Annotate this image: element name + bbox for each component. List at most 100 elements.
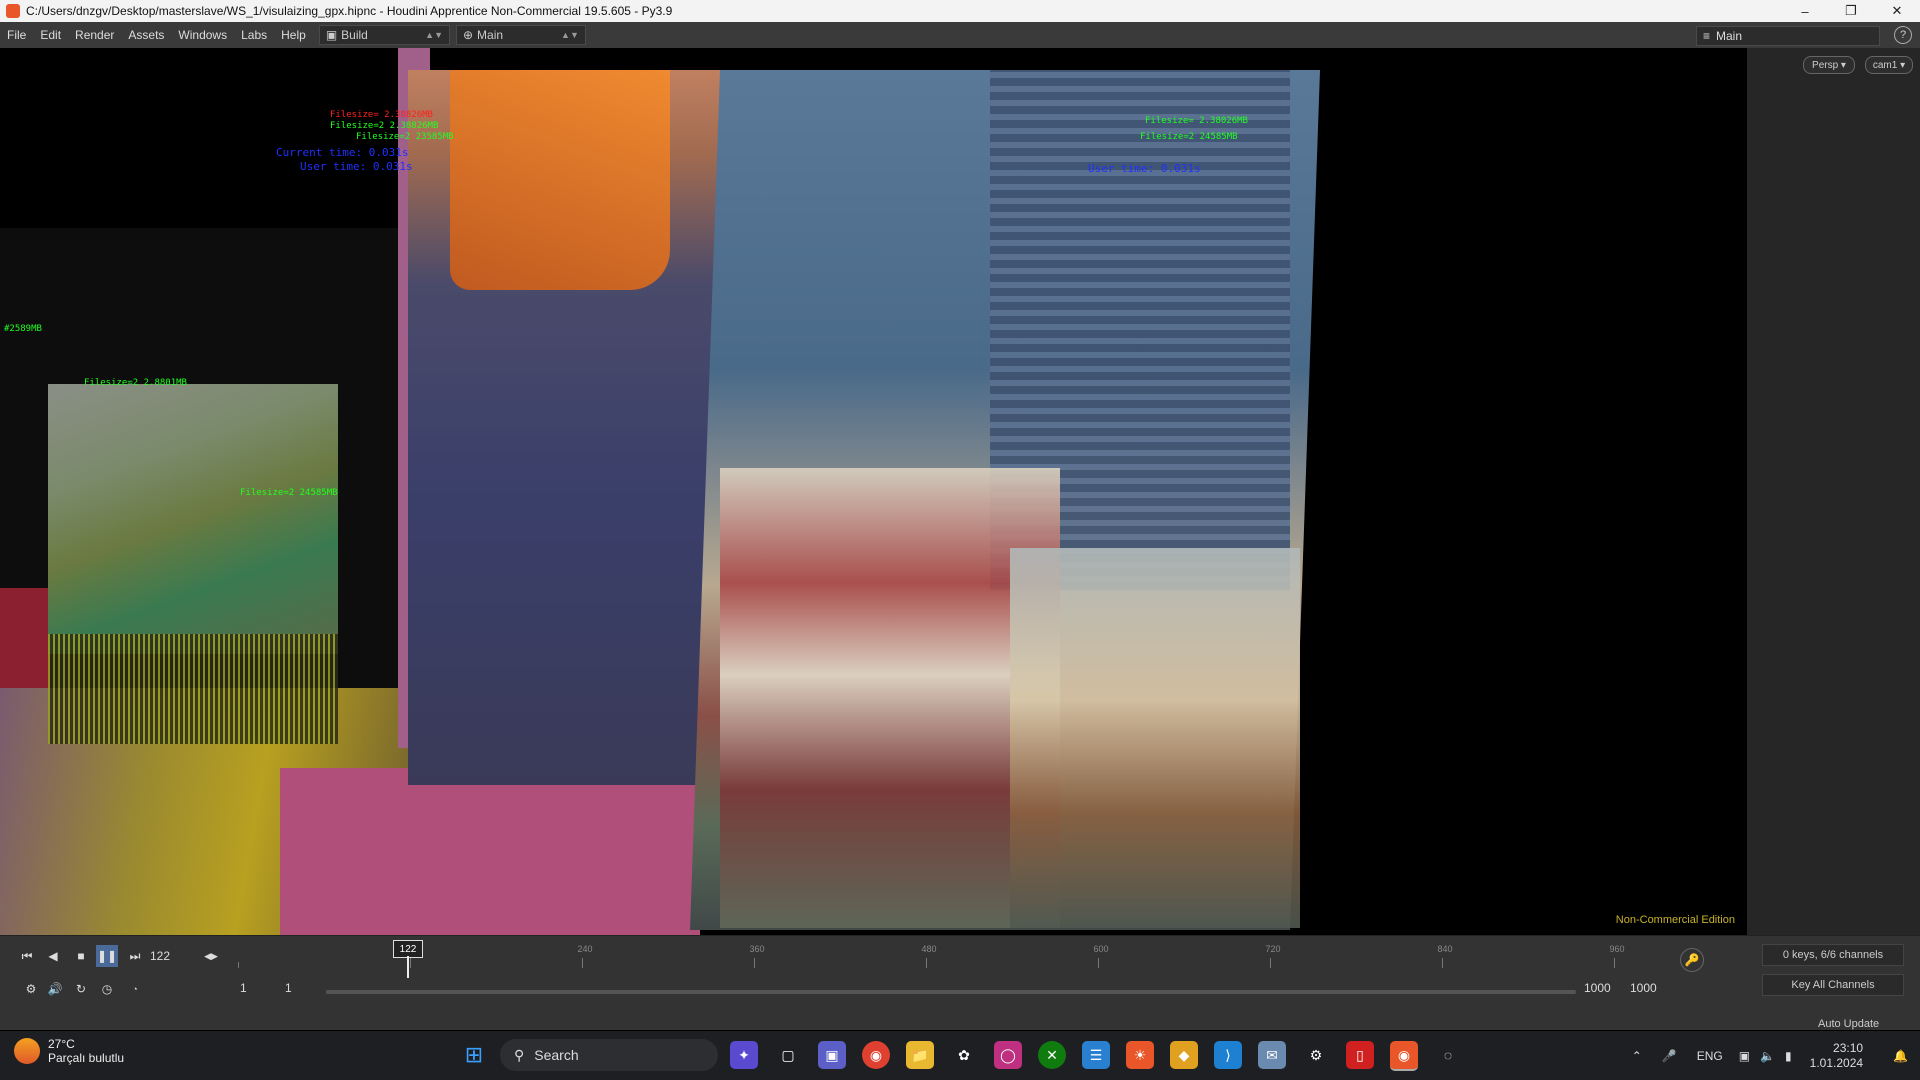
annotation-filesize: Filesize=2 23585MB <box>356 132 454 142</box>
weather-desc: Parçalı bulutlu <box>48 1051 125 1065</box>
minimize-button[interactable]: – <box>1782 0 1828 22</box>
scene-shophouse <box>720 468 1060 928</box>
menu-render[interactable]: Render <box>68 28 121 42</box>
jump-to-end-icon[interactable]: ⏭ <box>124 945 146 967</box>
scene-barcode-strip <box>48 634 338 744</box>
non-commercial-edition-label: Non-Commercial Edition <box>1615 914 1735 926</box>
instagram-icon[interactable]: ◯ <box>994 1041 1022 1069</box>
network-icon[interactable]: ▣ <box>1739 1049 1750 1063</box>
realtime-icon[interactable]: ◷ <box>96 978 118 1000</box>
weather-icon <box>14 1038 40 1064</box>
timeline-ruler[interactable]: 240 360 480 600 720 840 960 122 <box>238 940 1668 978</box>
scene-orange-bag <box>450 70 670 290</box>
teams-icon[interactable]: ▣ <box>818 1041 846 1069</box>
chrome-icon[interactable]: ◉ <box>862 1041 890 1069</box>
help-icon[interactable]: ? <box>1894 26 1912 44</box>
camera-cam-menu[interactable]: cam1 ▾ <box>1865 56 1913 74</box>
mail-icon[interactable]: ✉ <box>1258 1041 1286 1069</box>
clock[interactable]: 23:10 1.01.2024 <box>1810 1041 1863 1071</box>
task-view-icon[interactable]: ▢ <box>774 1041 802 1069</box>
layout-icon: ▣ <box>325 28 338 42</box>
tick-label: 480 <box>921 944 937 954</box>
scene-viewport[interactable]: Filesize= 2.38826MB Filesize=2 2.38826MB… <box>0 48 1747 935</box>
annotation-filesize: Filesize=2 2.38826MB <box>330 121 439 131</box>
annotation-user-time: User time: 0.031s <box>300 160 413 173</box>
notepad-icon[interactable]: ☰ <box>1082 1041 1110 1069</box>
stop-icon[interactable]: ■ <box>70 945 92 967</box>
playback-range-slider[interactable] <box>326 990 1576 994</box>
audio-icon[interactable]: 🔊 <box>44 978 66 1000</box>
file-explorer-icon[interactable]: 📁 <box>906 1041 934 1069</box>
notification-bell-icon[interactable]: 🔔 <box>1893 1049 1908 1063</box>
weather-temp: 27°C <box>48 1037 75 1051</box>
tick-label: 360 <box>749 944 765 954</box>
play-reverse-icon[interactable]: ◀ <box>42 945 64 967</box>
xbox-icon[interactable]: ✕ <box>1038 1041 1066 1069</box>
windows-start-icon[interactable]: ⊞ <box>460 1041 488 1069</box>
window-title: C:/Users/dnzgv/Desktop/masterslave/WS_1/… <box>26 4 673 18</box>
vscode-icon[interactable]: ⟩ <box>1214 1041 1242 1069</box>
viewport-right-panel: Persp ▾ cam1 ▾ <box>1747 48 1920 935</box>
annotation-filesize: #2589MB <box>4 324 42 334</box>
tick-label: 840 <box>1437 944 1453 954</box>
menu-help[interactable]: Help <box>274 28 313 42</box>
menu-bar: File Edit Render Assets Windows Labs Hel… <box>0 22 1920 48</box>
restore-button[interactable]: ❐ <box>1828 0 1874 22</box>
menu-windows[interactable]: Windows <box>171 28 234 42</box>
tick-label: 240 <box>577 944 593 954</box>
right-desktop-dropdown[interactable]: ≡ Main <box>1696 26 1880 46</box>
microphone-icon[interactable]: 🎤 <box>1662 1049 1677 1063</box>
title-bar: C:/Users/dnzgv/Desktop/masterslave/WS_1/… <box>0 0 1920 22</box>
volume-icon[interactable]: 🔈 <box>1760 1049 1775 1063</box>
houdini-launcher-icon[interactable]: ☀ <box>1126 1041 1154 1069</box>
fps-icon[interactable]: ◔ <box>124 978 146 1000</box>
scene-garden-photo <box>48 384 338 654</box>
houdini-icon[interactable]: ◉ <box>1390 1041 1418 1071</box>
current-frame-field[interactable]: 122 <box>150 946 194 966</box>
scene-building-right <box>1010 548 1300 928</box>
weather-widget[interactable]: 27°C Parçalı bulutlu <box>14 1037 124 1065</box>
search-icon: ⚲ <box>514 1046 525 1063</box>
unreal-icon[interactable]: ✿ <box>950 1041 978 1069</box>
desktop-main-dropdown[interactable]: ⊕ Main ▲▼ <box>455 25 586 45</box>
target-icon: ⊕ <box>462 28 474 42</box>
range-start-field[interactable]: 1 <box>240 981 247 995</box>
menu-assets[interactable]: Assets <box>121 28 171 42</box>
acrobat-icon[interactable]: ▯ <box>1346 1041 1374 1069</box>
copilot-icon[interactable]: ✦ <box>730 1041 758 1069</box>
blender-icon[interactable]: ◌ <box>1434 1041 1462 1069</box>
tick-label: 960 <box>1609 944 1625 954</box>
network-icon: ≡ <box>1703 29 1711 43</box>
houdini-app-icon <box>6 4 20 18</box>
language-indicator[interactable]: ENG <box>1697 1049 1723 1063</box>
key-all-channels-button[interactable]: Key All Channels <box>1762 974 1904 996</box>
global-animation-options-icon[interactable]: ⚙ <box>20 978 42 1000</box>
jump-to-start-icon[interactable]: ⏮ <box>16 945 38 967</box>
loop-icon[interactable]: ↻ <box>70 978 92 1000</box>
pause-icon[interactable]: ❚❚ <box>96 945 118 967</box>
shelf-set-build-dropdown[interactable]: ▣ Build ▲▼ <box>318 25 450 45</box>
close-button[interactable]: ✕ <box>1874 0 1920 22</box>
range-end-field-2[interactable]: 1000 <box>1630 981 1657 995</box>
step-arrows-icon[interactable]: ◀▶ <box>200 945 222 967</box>
tick-label: 600 <box>1093 944 1109 954</box>
chevron-up-icon[interactable]: ⌃ <box>1632 1049 1642 1063</box>
range-end-field[interactable]: 1000 <box>1584 981 1611 995</box>
keys-channels-display[interactable]: 0 keys, 6/6 channels <box>1762 944 1904 966</box>
menu-edit[interactable]: Edit <box>33 28 68 42</box>
taskbar-search[interactable]: ⚲ Search <box>500 1039 718 1071</box>
updown-arrows-icon: ▲▼ <box>561 30 579 40</box>
git-icon[interactable]: ◆ <box>1170 1041 1198 1069</box>
menu-file[interactable]: File <box>0 28 33 42</box>
key-icon[interactable]: 🔑 <box>1680 948 1704 972</box>
menu-labs[interactable]: Labs <box>234 28 274 42</box>
scene-pink-ground <box>280 768 700 935</box>
battery-icon[interactable]: ▮ <box>1785 1049 1792 1063</box>
range-start-field-2[interactable]: 1 <box>285 981 292 995</box>
annotation-filesize: Filesize= 2.38826MB <box>330 110 433 120</box>
tick-label: 720 <box>1265 944 1281 954</box>
camera-persp-menu[interactable]: Persp ▾ <box>1803 56 1855 74</box>
settings-icon[interactable]: ⚙ <box>1302 1041 1330 1069</box>
auto-update-menu[interactable]: Auto Update <box>1818 1018 1879 1030</box>
annotation-user-time: User time: 0.031s <box>1088 162 1201 175</box>
